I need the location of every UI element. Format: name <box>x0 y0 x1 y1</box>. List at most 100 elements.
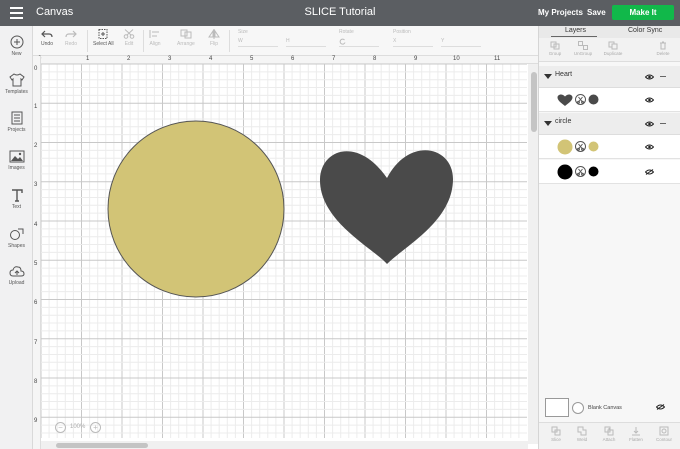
panel-tabs: Layers Color Sync <box>539 26 680 38</box>
my-projects-link[interactable]: My Projects <box>538 8 583 17</box>
flatten-button[interactable]: Flatten <box>623 426 649 442</box>
cloud-upload-icon <box>8 266 25 277</box>
layer-row-circle-tan[interactable] <box>539 135 680 159</box>
align-button[interactable]: Align <box>149 29 161 47</box>
attach-button[interactable]: Attach <box>596 426 622 442</box>
x-field[interactable]: X <box>393 38 433 47</box>
ungroup-icon <box>578 41 588 50</box>
blank-canvas-label: Blank Canvas <box>588 405 622 411</box>
eye-icon[interactable] <box>645 74 654 80</box>
minus-icon[interactable] <box>660 123 666 124</box>
cut-operation-icon[interactable] <box>575 166 586 177</box>
arrange-icon <box>180 29 192 39</box>
sidebar-item-new[interactable]: New <box>0 35 33 57</box>
flip-button[interactable]: Flip <box>208 29 220 47</box>
sidebar-item-images[interactable]: Images <box>0 150 33 171</box>
canvas-shapes <box>107 120 453 298</box>
slice-icon <box>551 426 561 436</box>
sidebar-item-projects[interactable]: Projects <box>0 111 33 133</box>
align-icon <box>149 30 159 38</box>
duplicate-icon <box>608 41 618 50</box>
group-icon <box>550 41 560 50</box>
y-field[interactable]: Y <box>441 38 481 47</box>
contour-button[interactable]: Contour <box>651 426 677 442</box>
black-color-swatch[interactable] <box>588 166 599 177</box>
eye-icon[interactable] <box>645 121 654 127</box>
sidebar-item-label: Images <box>8 165 25 171</box>
arrange-button[interactable]: Arrange <box>177 29 195 47</box>
layer-row-circle-black[interactable] <box>539 160 680 184</box>
height-prefix: H <box>286 38 290 44</box>
ungroup-label: UnGroup <box>573 51 593 56</box>
circle-shape[interactable] <box>107 120 285 298</box>
sidebar-item-templates[interactable]: Templates <box>0 73 33 95</box>
tan-color-swatch[interactable] <box>588 141 599 152</box>
shirt-icon <box>8 73 25 87</box>
size-label: Size <box>238 29 248 35</box>
edit-toolbar: Undo Redo Select All Edit Align Arrange … <box>33 26 538 56</box>
trash-icon <box>660 41 666 50</box>
delete-button[interactable]: Delete <box>649 41 677 56</box>
undo-label: Undo <box>41 41 53 47</box>
layer-group-circle[interactable]: circle <box>539 113 680 135</box>
sidebar-item-label: Templates <box>5 89 28 95</box>
circle-thumbnail-icon <box>557 139 573 155</box>
zoom-out-button[interactable]: − <box>55 422 66 433</box>
active-tab-indicator <box>551 36 597 37</box>
duplicate-button[interactable]: Duplicate <box>599 41 627 56</box>
blank-canvas-swatch[interactable] <box>545 398 569 417</box>
cut-operation-icon[interactable] <box>575 94 586 105</box>
redo-button[interactable]: Redo <box>65 29 77 47</box>
group-button[interactable]: Group <box>541 41 569 56</box>
eye-hidden-icon[interactable] <box>645 169 654 175</box>
minus-icon[interactable] <box>660 76 666 77</box>
eye-icon[interactable] <box>645 97 654 103</box>
sidebar-item-label: Projects <box>7 127 26 133</box>
design-canvas[interactable]: 0 1 2 3 4 5 6 7 8 9 10 11 0 1 2 3 4 5 6 … <box>33 56 538 449</box>
position-label: Position <box>393 29 411 35</box>
horizontal-scroll-thumb[interactable] <box>56 443 148 448</box>
vertical-scroll-thumb[interactable] <box>531 72 537 132</box>
layer-action-bar: Slice Weld Attach Flatten Contour <box>539 422 680 449</box>
sidebar-item-text[interactable]: Text <box>0 188 33 210</box>
save-button[interactable]: Save <box>587 8 606 17</box>
rotate-icon <box>339 38 346 45</box>
attach-label: Attach <box>602 437 616 442</box>
height-field[interactable]: H <box>286 38 326 47</box>
eye-icon[interactable] <box>645 144 654 150</box>
tab-layers[interactable]: Layers <box>565 27 586 34</box>
layer-group-heart[interactable]: Heart <box>539 66 680 88</box>
flatten-label: Flatten <box>629 437 643 442</box>
select-all-icon <box>98 29 108 39</box>
blank-canvas-color[interactable] <box>572 402 584 414</box>
blank-canvas-row[interactable]: Blank Canvas <box>539 391 680 421</box>
make-it-button[interactable]: Make It <box>612 5 674 20</box>
cut-operation-icon[interactable] <box>575 141 586 152</box>
width-field[interactable]: W <box>238 38 278 47</box>
weld-button[interactable]: Weld <box>569 426 595 442</box>
contour-label: Contour <box>655 437 672 442</box>
collapse-triangle-icon[interactable] <box>544 74 552 79</box>
heart-thumbnail-icon <box>557 94 573 106</box>
sidebar-item-shapes[interactable]: Shapes <box>0 227 33 249</box>
rotate-field[interactable] <box>339 38 379 47</box>
collapse-triangle-icon[interactable] <box>544 121 552 126</box>
zoom-in-button[interactable]: + <box>90 422 101 433</box>
align-label: Align <box>149 41 161 47</box>
rotate-label: Rotate <box>339 29 354 35</box>
sidebar-item-upload[interactable]: Upload <box>0 265 33 286</box>
layer-group-name: circle <box>555 118 572 125</box>
undo-button[interactable]: Undo <box>41 29 53 47</box>
heart-color-swatch[interactable] <box>588 94 599 105</box>
select-all-button[interactable]: Select All <box>93 29 114 47</box>
heart-shape[interactable] <box>319 150 453 264</box>
slice-button[interactable]: Slice <box>543 426 569 442</box>
attach-icon <box>604 426 614 436</box>
edit-button[interactable]: Edit <box>123 29 135 47</box>
toolbar-divider <box>229 30 230 52</box>
tab-color-sync[interactable]: Color Sync <box>628 27 662 34</box>
eye-hidden-icon[interactable] <box>656 404 665 410</box>
layer-row-heart[interactable] <box>539 88 680 112</box>
ungroup-button[interactable]: UnGroup <box>569 41 597 56</box>
flip-icon <box>208 29 220 39</box>
